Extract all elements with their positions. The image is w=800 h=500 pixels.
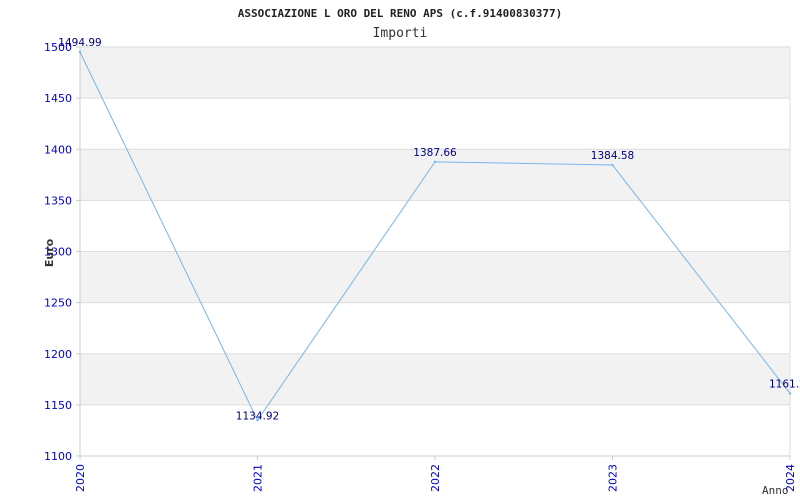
data-label: 1494.99 bbox=[58, 37, 101, 49]
x-tick-label: 2021 bbox=[252, 464, 265, 492]
plot-bands bbox=[80, 47, 790, 405]
chart: 110011501200125013001350140014501500 202… bbox=[43, 7, 800, 497]
x-tick-label: 2023 bbox=[607, 464, 620, 492]
grid-band bbox=[80, 251, 790, 303]
data-point bbox=[611, 163, 614, 167]
data-label: 1134.92 bbox=[236, 410, 279, 422]
data-label: 1161.2 bbox=[769, 378, 800, 390]
y-tick-label: 1250 bbox=[44, 297, 72, 310]
y-tick-label: 1400 bbox=[44, 143, 72, 156]
x-tick-label: 2020 bbox=[74, 464, 87, 492]
x-tick-label: 2022 bbox=[429, 464, 442, 492]
y-axis-label: Euro bbox=[43, 238, 56, 267]
x-tick-labels: 2020 2021 2022 2023 2024 bbox=[74, 464, 797, 492]
grid-band bbox=[80, 47, 790, 99]
y-tick-label: 1100 bbox=[44, 450, 72, 463]
data-point bbox=[788, 392, 792, 395]
data-point bbox=[433, 160, 437, 164]
data-label: 1387.66 bbox=[413, 147, 457, 159]
y-tick-label: 1450 bbox=[44, 92, 72, 105]
y-tick-label: 1150 bbox=[44, 399, 72, 412]
x-axis-label: Anno bbox=[762, 484, 789, 497]
chart-title: ASSOCIAZIONE L ORO DEL RENO APS (c.f.914… bbox=[238, 7, 563, 20]
grid-band bbox=[80, 353, 790, 405]
y-tick-label: 1350 bbox=[44, 194, 72, 207]
y-tick-label: 1200 bbox=[44, 348, 72, 361]
data-point bbox=[78, 50, 82, 54]
data-label: 1384.58 bbox=[591, 150, 634, 162]
chart-subtitle: Importi bbox=[373, 26, 428, 41]
